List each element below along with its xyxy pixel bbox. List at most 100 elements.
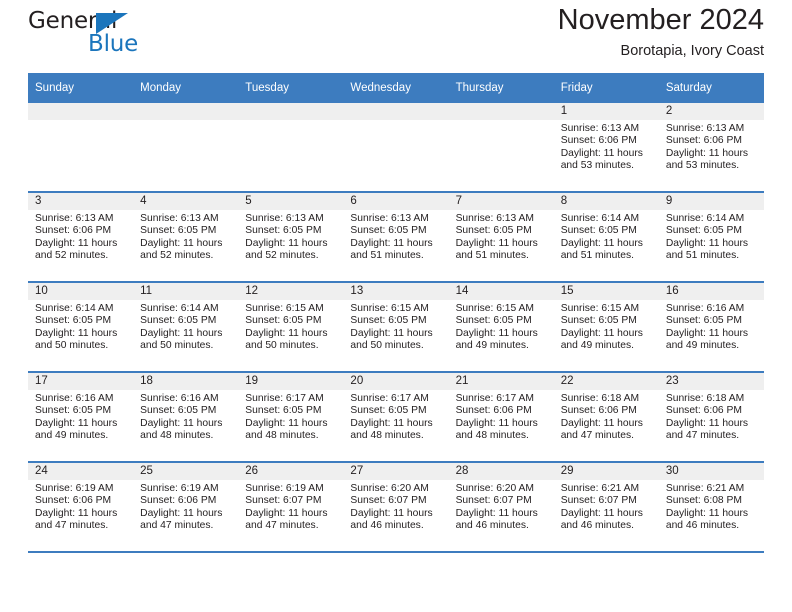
calendar-day-cell[interactable]: 10 Sunrise: 6:14 AM Sunset: 6:05 PM Dayligh…: [28, 282, 134, 373]
day-number: 23: [658, 373, 764, 390]
calendar-day-cell[interactable]: 21 Sunrise: 6:17 AM Sunset: 6:06 PM Dayligh…: [448, 372, 554, 463]
day-cell: 28 Sunrise: 6:20 AM Sunset: 6:07 PM Dayligh…: [448, 463, 554, 551]
day-number: 12: [238, 283, 344, 300]
calendar-day-cell[interactable]: 15 Sunrise: 6:15 AM Sunset: 6:05 PM Dayligh…: [553, 282, 659, 373]
calendar-day-cell[interactable]: 12 Sunrise: 6:15 AM Sunset: 6:05 PM Dayligh…: [238, 282, 344, 373]
sunrise-text: Sunrise: 6:15 AM: [245, 303, 324, 314]
daylight-text: Daylight: 11 hours and 50 minutes.: [245, 327, 328, 351]
daylight-text: Daylight: 11 hours and 49 minutes.: [665, 327, 749, 351]
calendar-day-cell[interactable]: 27 Sunrise: 6:20 AM Sunset: 6:07 PM Dayligh…: [343, 462, 449, 553]
daylight-text: Daylight: 11 hours and 50 minutes.: [140, 327, 223, 351]
calendar-day-cell[interactable]: 2 Sunrise: 6:13 AM Sunset: 6:06 PM Daylight…: [658, 103, 764, 193]
calendar-day-cell[interactable]: 25 Sunrise: 6:19 AM Sunset: 6:06 PM Dayligh…: [133, 462, 239, 553]
calendar-day-cell[interactable]: 29 Sunrise: 6:21 AM Sunset: 6:07 PM Dayligh…: [553, 462, 659, 553]
calendar-day-cell[interactable]: 7 Sunrise: 6:13 AM Sunset: 6:05 PM Daylight…: [448, 192, 554, 283]
calendar-day-cell[interactable]: 11 Sunrise: 6:14 AM Sunset: 6:05 PM Dayligh…: [133, 282, 239, 373]
calendar-day-cell[interactable]: [133, 103, 239, 193]
daylight-text: Daylight: 11 hours and 51 minutes.: [350, 237, 433, 261]
sunrise-text: Sunrise: 6:13 AM: [140, 213, 219, 224]
day-details: Sunrise: 6:17 AM Sunset: 6:05 PM Daylight:…: [238, 390, 343, 442]
sunset-text: Sunset: 6:07 PM: [560, 495, 637, 507]
calendar-page: General Blue November 2024 Borotapia, Iv…: [0, 0, 792, 612]
calendar-day-cell[interactable]: 19 Sunrise: 6:17 AM Sunset: 6:05 PM Dayligh…: [238, 372, 344, 463]
calendar-day-cell[interactable]: 20 Sunrise: 6:17 AM Sunset: 6:05 PM Dayligh…: [343, 372, 449, 463]
calendar-day-cell[interactable]: 1 Sunrise: 6:13 AM Sunset: 6:06 PM Daylight…: [553, 103, 659, 193]
calendar-day-cell[interactable]: 26 Sunrise: 6:19 AM Sunset: 6:07 PM Dayligh…: [238, 462, 344, 553]
day-details: Sunrise: 6:14 AM Sunset: 6:05 PM Daylight:…: [554, 210, 659, 262]
day-cell: 6 Sunrise: 6:13 AM Sunset: 6:05 PM Daylight…: [343, 193, 449, 281]
sunrise-text: Sunrise: 6:13 AM: [35, 213, 114, 224]
calendar-day-cell[interactable]: 13 Sunrise: 6:15 AM Sunset: 6:05 PM Dayligh…: [343, 282, 449, 373]
sunset-text: Sunset: 6:05 PM: [350, 225, 427, 237]
day-number: 13: [343, 283, 449, 300]
calendar-day-cell[interactable]: 22 Sunrise: 6:18 AM Sunset: 6:06 PM Dayligh…: [553, 372, 659, 463]
calendar-day-cell[interactable]: 23 Sunrise: 6:18 AM Sunset: 6:06 PM Dayligh…: [658, 372, 764, 463]
day-cell-empty: [133, 103, 239, 191]
sunset-text: Sunset: 6:05 PM: [245, 405, 322, 417]
calendar-body: 1 Sunrise: 6:13 AM Sunset: 6:06 PM Daylight…: [28, 103, 764, 553]
daylight-text: Daylight: 11 hours and 52 minutes.: [245, 237, 328, 261]
sunrise-text: Sunrise: 6:20 AM: [350, 483, 429, 494]
calendar-day-cell[interactable]: 30 Sunrise: 6:21 AM Sunset: 6:08 PM Dayligh…: [658, 462, 764, 553]
calendar-day-cell[interactable]: 9 Sunrise: 6:14 AM Sunset: 6:05 PM Daylight…: [658, 192, 764, 283]
calendar-day-cell[interactable]: 24 Sunrise: 6:19 AM Sunset: 6:06 PM Dayligh…: [28, 462, 134, 553]
sunset-text: Sunset: 6:06 PM: [560, 405, 637, 417]
day-number: [448, 103, 554, 120]
page-header: General Blue November 2024 Borotapia, Iv…: [28, 0, 764, 73]
sunset-text: Sunset: 6:05 PM: [35, 315, 112, 327]
calendar-day-cell[interactable]: 8 Sunrise: 6:14 AM Sunset: 6:05 PM Daylight…: [553, 192, 659, 283]
sunrise-text: Sunrise: 6:13 AM: [245, 213, 324, 224]
day-number: 10: [28, 283, 134, 300]
calendar-day-cell[interactable]: 16 Sunrise: 6:16 AM Sunset: 6:05 PM Dayligh…: [658, 282, 764, 373]
day-details: Sunrise: 6:21 AM Sunset: 6:08 PM Daylight:…: [659, 480, 764, 532]
daylight-text: Daylight: 11 hours and 48 minutes.: [350, 417, 433, 441]
day-cell: 8 Sunrise: 6:14 AM Sunset: 6:05 PM Daylight…: [553, 193, 659, 281]
day-cell-empty: [343, 103, 449, 191]
day-cell: 16 Sunrise: 6:16 AM Sunset: 6:05 PM Dayligh…: [658, 283, 764, 371]
day-details: Sunrise: 6:13 AM Sunset: 6:05 PM Daylight:…: [449, 210, 554, 262]
sunset-text: Sunset: 6:07 PM: [350, 495, 427, 507]
day-cell: 22 Sunrise: 6:18 AM Sunset: 6:06 PM Dayligh…: [553, 373, 659, 461]
calendar-day-cell[interactable]: 5 Sunrise: 6:13 AM Sunset: 6:05 PM Daylight…: [238, 192, 344, 283]
day-number: 11: [133, 283, 239, 300]
calendar-day-cell[interactable]: 28 Sunrise: 6:20 AM Sunset: 6:07 PM Dayligh…: [448, 462, 554, 553]
sunset-text: Sunset: 6:05 PM: [665, 225, 742, 237]
sunrise-text: Sunrise: 6:21 AM: [560, 483, 640, 494]
calendar-header-row: Sunday Monday Tuesday Wednesday Thursday…: [28, 73, 764, 103]
day-number: [133, 103, 239, 120]
daylight-text: Daylight: 11 hours and 47 minutes.: [245, 507, 328, 531]
weekday-header-saturday: Saturday: [658, 73, 764, 103]
daylight-text: Daylight: 11 hours and 47 minutes.: [560, 417, 643, 441]
day-number: 16: [658, 283, 764, 300]
day-number: 29: [553, 463, 659, 480]
day-number: [343, 103, 449, 120]
generalblue-logo[interactable]: General Blue: [28, 8, 140, 57]
day-number: 25: [133, 463, 239, 480]
title-block: November 2024 Borotapia, Ivory Coast: [558, 0, 764, 62]
day-number: 1: [553, 103, 659, 120]
day-cell: 10 Sunrise: 6:14 AM Sunset: 6:05 PM Dayligh…: [28, 283, 134, 371]
day-details: Sunrise: 6:13 AM Sunset: 6:06 PM Daylight:…: [28, 210, 133, 262]
calendar-day-cell[interactable]: [238, 103, 344, 193]
calendar-day-cell[interactable]: [28, 103, 134, 193]
weekday-header-sunday: Sunday: [28, 73, 134, 103]
calendar-day-cell[interactable]: 6 Sunrise: 6:13 AM Sunset: 6:05 PM Daylight…: [343, 192, 449, 283]
day-details: Sunrise: 6:14 AM Sunset: 6:05 PM Daylight:…: [133, 300, 238, 352]
day-number: 17: [28, 373, 134, 390]
sunset-text: Sunset: 6:07 PM: [455, 495, 532, 507]
day-number: 21: [448, 373, 554, 390]
day-number: 7: [448, 193, 554, 210]
calendar-day-cell[interactable]: 17 Sunrise: 6:16 AM Sunset: 6:05 PM Dayligh…: [28, 372, 134, 463]
calendar-day-cell[interactable]: 18 Sunrise: 6:16 AM Sunset: 6:05 PM Dayligh…: [133, 372, 239, 463]
logo-word-blue: Blue: [88, 31, 139, 57]
calendar-day-cell[interactable]: 4 Sunrise: 6:13 AM Sunset: 6:05 PM Daylight…: [133, 192, 239, 283]
calendar-day-cell[interactable]: 14 Sunrise: 6:15 AM Sunset: 6:05 PM Dayligh…: [448, 282, 554, 373]
daylight-text: Daylight: 11 hours and 46 minutes.: [350, 507, 433, 531]
sunrise-text: Sunrise: 6:16 AM: [665, 303, 745, 314]
sunset-text: Sunset: 6:06 PM: [665, 135, 742, 147]
sunrise-text: Sunrise: 6:18 AM: [560, 393, 640, 404]
daylight-text: Daylight: 11 hours and 49 minutes.: [560, 327, 643, 351]
calendar-day-cell[interactable]: [448, 103, 554, 193]
calendar-day-cell[interactable]: 3 Sunrise: 6:13 AM Sunset: 6:06 PM Daylight…: [28, 192, 134, 283]
calendar-day-cell[interactable]: [343, 103, 449, 193]
